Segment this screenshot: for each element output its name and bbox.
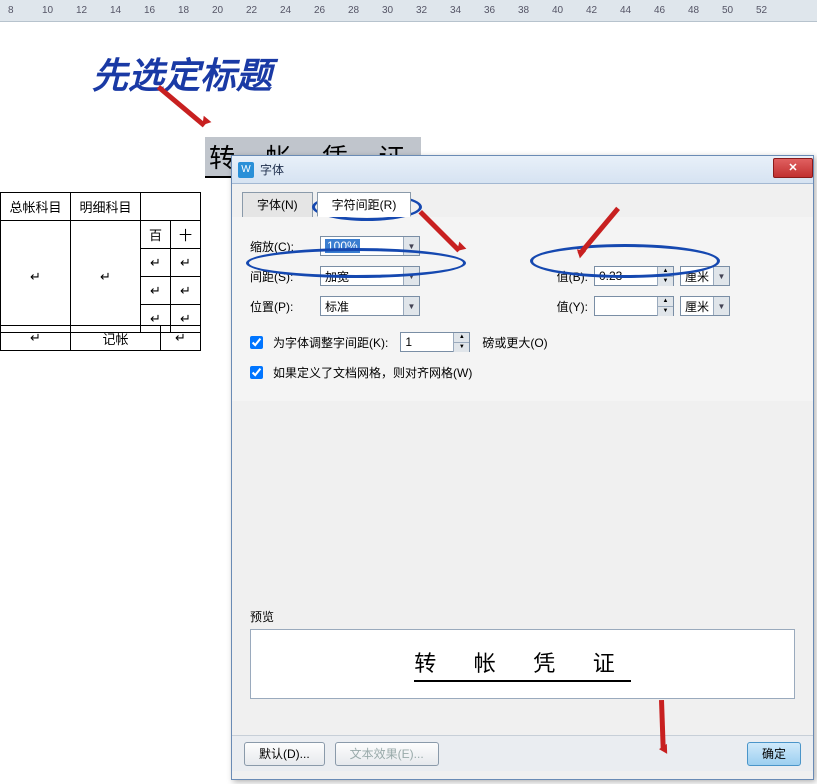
ruler-tick: 12 xyxy=(76,5,87,16)
table-header: 十 xyxy=(171,221,201,249)
ruler-tick: 50 xyxy=(722,5,733,16)
ruler-tick: 38 xyxy=(518,5,529,16)
kerning-checkbox[interactable] xyxy=(250,336,263,349)
dialog-titlebar[interactable]: W 字体 ✕ xyxy=(232,156,813,184)
ruler-tick: 30 xyxy=(382,5,393,16)
preview-group: 预览 转 帐 凭 证 xyxy=(250,608,795,699)
ruler-tick: 22 xyxy=(246,5,257,16)
ruler-tick: 34 xyxy=(450,5,461,16)
scale-label: 缩放(C): xyxy=(250,238,314,255)
ruler-tick: 36 xyxy=(484,5,495,16)
spinner-icon[interactable]: ▲▼ xyxy=(657,297,673,315)
chevron-down-icon[interactable]: ▼ xyxy=(403,297,419,315)
ruler-tick: 20 xyxy=(212,5,223,16)
ruler-tick: 42 xyxy=(586,5,597,16)
tab-font[interactable]: 字体(N) xyxy=(242,192,313,217)
voucher-table[interactable]: 总帐科目 明细科目 ↵ ↵ 百 十 ↵↵ ↵↵ ↵↵ xyxy=(0,192,201,333)
default-button[interactable]: 默认(D)... xyxy=(244,742,325,766)
value-y-label: 值(Y): xyxy=(542,298,588,315)
value-b-input[interactable]: 0.23 ▲▼ xyxy=(594,266,674,286)
ruler-tick: 18 xyxy=(178,5,189,16)
font-dialog: W 字体 ✕ 字体(N) 字符间距(R) 缩放(C): 100% ▼ 间距(S)… xyxy=(231,155,814,780)
ruler-tick: 28 xyxy=(348,5,359,16)
annotation-text: 先选定标题 xyxy=(92,47,272,99)
unit-select[interactable]: 厘米 ▼ xyxy=(680,296,730,316)
ruler-tick: 40 xyxy=(552,5,563,16)
ruler-tick: 46 xyxy=(654,5,665,16)
value-b-label: 值(B): xyxy=(542,268,588,285)
ruler-tick: 52 xyxy=(756,5,767,16)
ruler-tick: 24 xyxy=(280,5,291,16)
position-select[interactable]: 标准 ▼ xyxy=(320,296,420,316)
button-bar: 默认(D)... 文本效果(E)... 确定 xyxy=(232,735,813,771)
close-button[interactable]: ✕ xyxy=(773,158,813,178)
ruler-tick: 14 xyxy=(110,5,121,16)
chevron-down-icon[interactable]: ▼ xyxy=(713,297,729,315)
ruler-tick: 16 xyxy=(144,5,155,16)
scale-select[interactable]: 100% ▼ xyxy=(320,236,420,256)
tab-row: 字体(N) 字符间距(R) xyxy=(232,184,813,217)
spinner-icon[interactable]: ▲▼ xyxy=(657,267,673,285)
table-header: 明细科目 xyxy=(71,193,141,221)
spacing-select[interactable]: 加宽 ▼ xyxy=(320,266,420,286)
preview-label: 预览 xyxy=(250,610,274,624)
tab-char-spacing[interactable]: 字符间距(R) xyxy=(317,192,412,217)
ruler-tick: 10 xyxy=(42,5,53,16)
text-effects-button[interactable]: 文本效果(E)... xyxy=(335,742,439,766)
table-header: 总帐科目 xyxy=(1,193,71,221)
record-label: 记帐 xyxy=(71,326,161,351)
kerning-label: 为字体调整字间距(K): xyxy=(273,334,388,351)
record-table[interactable]: ↵ 记帐 ↵ xyxy=(0,325,201,351)
ruler-tick: 44 xyxy=(620,5,631,16)
ruler-tick: 26 xyxy=(314,5,325,16)
preview-box: 转 帐 凭 证 xyxy=(250,629,795,699)
unit-select[interactable]: 厘米 ▼ xyxy=(680,266,730,286)
ruler-tick: 8 xyxy=(8,5,14,16)
ok-button[interactable]: 确定 xyxy=(747,742,801,766)
dialog-title: 字体 xyxy=(260,161,284,178)
chevron-down-icon[interactable]: ▼ xyxy=(403,237,419,255)
horizontal-ruler: 8 10 12 14 16 18 20 22 24 26 28 30 32 34… xyxy=(0,0,817,22)
ruler-tick: 32 xyxy=(416,5,427,16)
kerning-input[interactable]: 1 ▲▼ xyxy=(400,332,470,352)
spinner-icon[interactable]: ▲▼ xyxy=(453,333,469,351)
spacing-label: 间距(S): xyxy=(250,268,314,285)
position-label: 位置(P): xyxy=(250,298,314,315)
snap-grid-label: 如果定义了文档网格，则对齐网格(W) xyxy=(273,364,472,381)
kerning-unit: 磅或更大(O) xyxy=(482,334,547,351)
chevron-down-icon[interactable]: ▼ xyxy=(713,267,729,285)
preview-text: 转 帐 凭 证 xyxy=(414,646,631,682)
value-y-input[interactable]: ▲▼ xyxy=(594,296,674,316)
table-header: 百 xyxy=(141,221,171,249)
chevron-down-icon[interactable]: ▼ xyxy=(403,267,419,285)
form-area: 缩放(C): 100% ▼ 间距(S): 加宽 ▼ 值(B): 0.23 ▲▼ … xyxy=(232,217,813,401)
ruler-tick: 48 xyxy=(688,5,699,16)
snap-grid-checkbox[interactable] xyxy=(250,366,263,379)
app-icon: W xyxy=(238,162,254,178)
